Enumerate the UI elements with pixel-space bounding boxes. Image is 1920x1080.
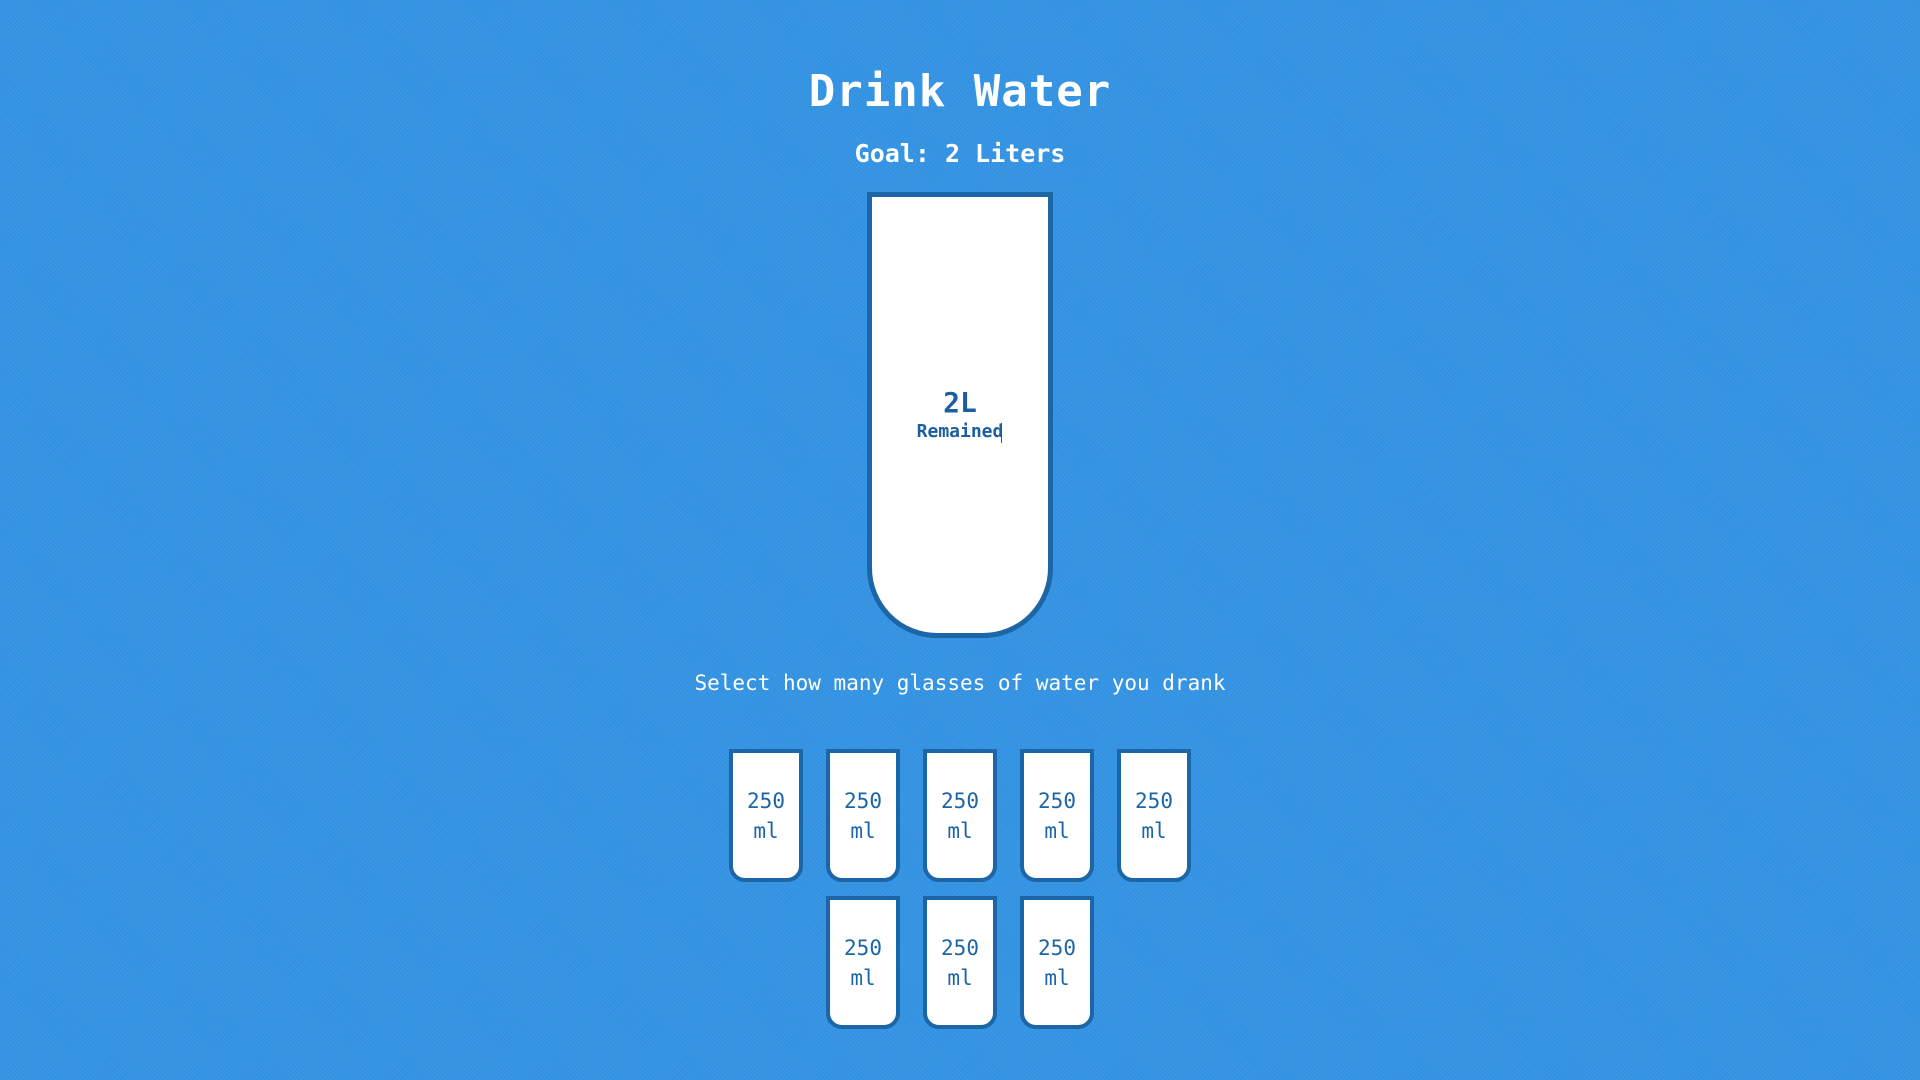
big-cup: 2L Remained (867, 192, 1053, 638)
cup-amount: 250 (844, 935, 882, 960)
small-cup-2[interactable]: 250 ml (826, 749, 900, 882)
small-cup-3[interactable]: 250 ml (923, 749, 997, 882)
cup-unit: ml (947, 818, 973, 843)
cup-unit: ml (1044, 965, 1070, 990)
small-cups-grid: 250 ml 250 ml 250 ml 250 ml 250 ml 250 m… (722, 749, 1198, 1029)
text-caret (1001, 422, 1003, 443)
cup-unit: ml (850, 818, 876, 843)
cup-amount: 250 (1038, 935, 1076, 960)
remained-liters: 2L (943, 386, 977, 419)
cup-amount: 250 (1135, 788, 1173, 813)
remained-label-wrap: Remained (916, 420, 1004, 444)
cup-amount: 250 (747, 788, 785, 813)
page-title: Drink Water (808, 66, 1112, 117)
remained-label: Remained (916, 421, 1004, 442)
cup-amount: 250 (844, 788, 882, 813)
instruction-text: Select how many glasses of water you dra… (694, 671, 1226, 695)
cup-amount: 250 (941, 788, 979, 813)
small-cup-8[interactable]: 250 ml (1020, 896, 1094, 1029)
cup-amount: 250 (1038, 788, 1076, 813)
small-cup-4[interactable]: 250 ml (1020, 749, 1094, 882)
cup-unit: ml (1044, 818, 1070, 843)
cup-unit: ml (850, 965, 876, 990)
small-cup-5[interactable]: 250 ml (1117, 749, 1191, 882)
cup-unit: ml (1141, 818, 1167, 843)
cup-amount: 250 (941, 935, 979, 960)
small-cup-1[interactable]: 250 ml (729, 749, 803, 882)
app-container: Drink Water Goal: 2 Liters 2L Remained S… (0, 0, 1920, 1080)
cup-unit: ml (947, 965, 973, 990)
small-cup-7[interactable]: 250 ml (923, 896, 997, 1029)
small-cup-6[interactable]: 250 ml (826, 896, 900, 1029)
goal-text: Goal: 2 Liters (854, 139, 1066, 168)
remained-display: 2L Remained (916, 386, 1004, 444)
cup-unit: ml (753, 818, 779, 843)
